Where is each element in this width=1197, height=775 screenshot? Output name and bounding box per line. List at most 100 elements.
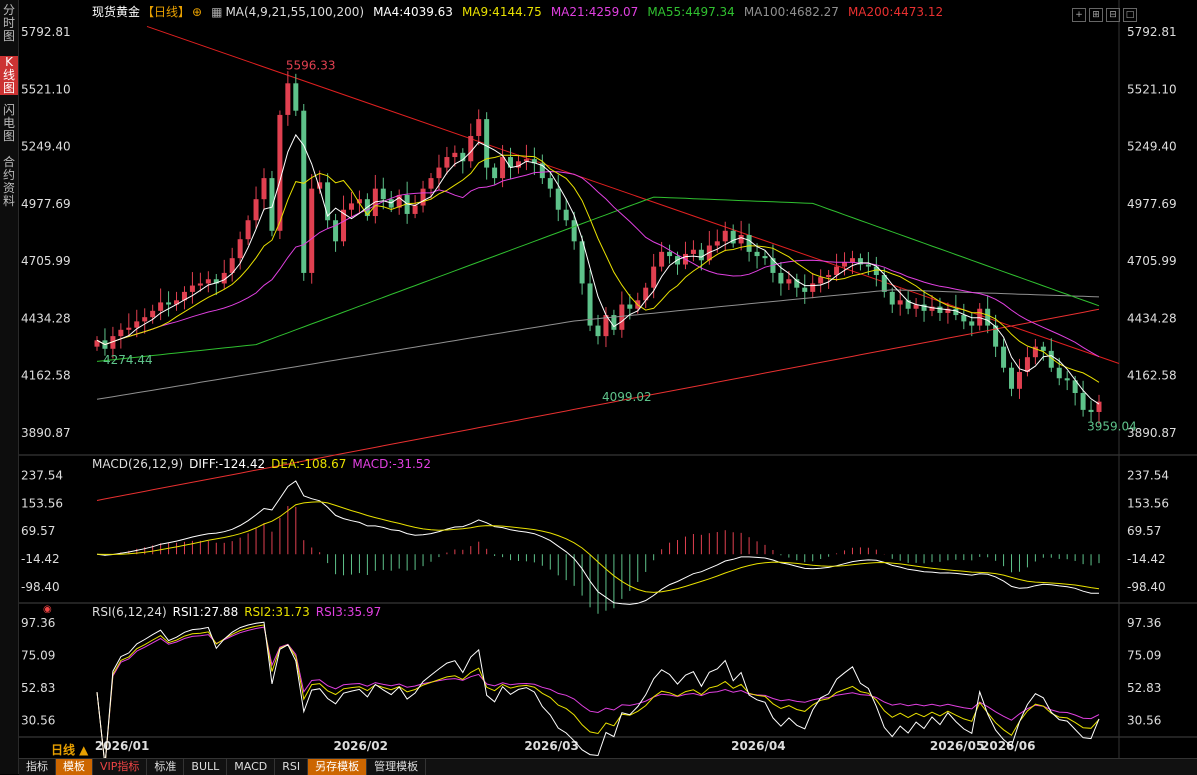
tab-timeshare[interactable]: 分时图 (0, 4, 18, 43)
add-icon[interactable]: ⊕ (192, 5, 202, 19)
toolbar-button-1[interactable]: 模板 (56, 759, 93, 775)
chart-area[interactable]: 5792.81 5792.81 5521.10 5521.10 5249.40 5249.… (19, 0, 1197, 774)
tab-flash[interactable]: 闪电图 (0, 104, 18, 143)
rsi-tick-left: 52.83 (21, 681, 55, 695)
price-tick-left: 5792.81 (21, 25, 71, 39)
candle-body (508, 157, 514, 168)
rsi-tick-left: 97.36 (21, 616, 55, 630)
candle-body (468, 135, 474, 162)
candle-body (826, 275, 832, 278)
maximize-icon[interactable]: □ (1123, 8, 1137, 22)
rsi-tick-right: 75.09 (1127, 648, 1161, 662)
candle-body (985, 308, 991, 326)
candle-body (189, 285, 195, 292)
candle-body (444, 157, 450, 168)
candle-body (571, 220, 577, 242)
candle-body (1056, 367, 1062, 379)
toolbar-button-2[interactable]: VIP指标 (93, 759, 148, 775)
price-annotation: 3959.04 (1087, 419, 1137, 433)
price-tick-left: 5521.10 (21, 82, 71, 96)
rsi-value-1: RSI2:31.73 (244, 605, 310, 619)
candle-body (205, 279, 211, 284)
ma-label: MA(4,9,21,55,100,200) (225, 5, 365, 19)
candle-body (1088, 409, 1094, 412)
candle-body (778, 272, 784, 284)
candle-body (555, 188, 561, 210)
candle-body (492, 167, 498, 179)
price-tick-left: 4705.99 (21, 254, 71, 268)
candle-body (563, 209, 569, 221)
price-tick-right: 4705.99 (1127, 254, 1177, 268)
chart-svg[interactable]: 5792.81 5792.81 5521.10 5521.10 5249.40 5249.… (19, 0, 1197, 758)
rsi-tick-right: 52.83 (1127, 681, 1161, 695)
candle-body (1001, 346, 1007, 368)
candle-body (786, 279, 792, 284)
macd-tick-left: 69.57 (21, 524, 55, 538)
zoom-out-icon[interactable]: ⊟ (1106, 8, 1120, 22)
candle-body (1064, 378, 1070, 381)
candle-body (865, 264, 871, 267)
sidebar: 分时图 K线图 闪电图 合约资料 (0, 0, 19, 774)
settings-icon[interactable]: ▦ (211, 5, 222, 19)
period-selector[interactable]: 日线 ▲ (51, 741, 88, 758)
rsi-value-0: RSI1:27.88 (172, 605, 239, 619)
toolbar-button-8[interactable]: 管理模板 (367, 759, 427, 775)
price-tick-left: 4977.69 (21, 197, 71, 211)
candle-body (1040, 346, 1046, 351)
candle-body (667, 251, 673, 257)
candle-body (1016, 371, 1022, 389)
candle-body (881, 275, 887, 292)
candle-body (842, 262, 848, 267)
candle-body (810, 283, 816, 292)
ma-value-3: MA55:4497.34 (647, 5, 735, 19)
rsi-tick-left: 75.09 (21, 648, 55, 662)
indicator-settings-icon[interactable]: ◉ (43, 604, 52, 615)
macd-value-2: MACD:-31.52 (352, 457, 432, 471)
ma-value-0: MA4:4039.63 (373, 5, 453, 19)
tab-kline[interactable]: K线图 (0, 56, 18, 95)
zoom-in-icon[interactable]: ⊞ (1089, 8, 1103, 22)
candle-body (261, 178, 267, 200)
price-annotation: 4274.44 (103, 353, 153, 367)
candle-body (285, 83, 291, 115)
price-annotation: 4099.02 (602, 390, 652, 404)
rsi-value-2: RSI3:35.97 (315, 605, 382, 619)
candle-body (253, 199, 259, 221)
candle-body (659, 251, 665, 267)
candle-body (579, 241, 585, 284)
candle-body (380, 188, 386, 200)
price-tick-right: 5792.81 (1127, 25, 1177, 39)
candle-body (333, 220, 339, 242)
macd-tick-right: 237.54 (1127, 468, 1169, 482)
candle-body (245, 220, 251, 240)
candle-body (961, 315, 967, 322)
candle-body (150, 310, 156, 318)
macd-value-1: DEA:-108.67 (271, 457, 347, 471)
candle-body (714, 241, 720, 246)
candle-body (500, 157, 506, 179)
rsi-tick-left: 30.56 (21, 714, 55, 728)
candle-body (937, 306, 943, 313)
toolbar-button-0[interactable]: 指标 (19, 759, 56, 775)
date-tick: 2026/05 (930, 739, 984, 753)
toolbar-button-4[interactable]: BULL (184, 759, 228, 775)
price-tick-left: 5249.40 (21, 140, 71, 154)
candle-body (627, 304, 633, 309)
candle-body (651, 266, 657, 288)
macd-tick-right: 153.56 (1127, 496, 1169, 510)
toolbar-button-5[interactable]: MACD (227, 759, 276, 775)
toolbar-button-7[interactable]: 另存模板 (308, 759, 368, 775)
price-tick-left: 4434.28 (21, 311, 71, 325)
bottom-toolbar: 指标 模板 VIP指标 标准 BULL MACD RSI 另存模板 管理模板 (19, 758, 1197, 775)
toolbar-button-3[interactable]: 标准 (147, 759, 185, 775)
period-tag[interactable]: 【日线】 (142, 5, 190, 19)
price-tick-right: 4977.69 (1127, 197, 1177, 211)
crosshair-icon[interactable]: + (1072, 8, 1086, 22)
toolbar-button-6[interactable]: RSI (275, 759, 309, 775)
candle-body (126, 327, 132, 330)
tab-contract-info[interactable]: 合约资料 (0, 156, 18, 208)
rsi-tick-right: 97.36 (1127, 616, 1161, 630)
candle-body (802, 287, 808, 292)
candle-body (142, 317, 148, 322)
date-tick: 2026/02 (333, 739, 387, 753)
